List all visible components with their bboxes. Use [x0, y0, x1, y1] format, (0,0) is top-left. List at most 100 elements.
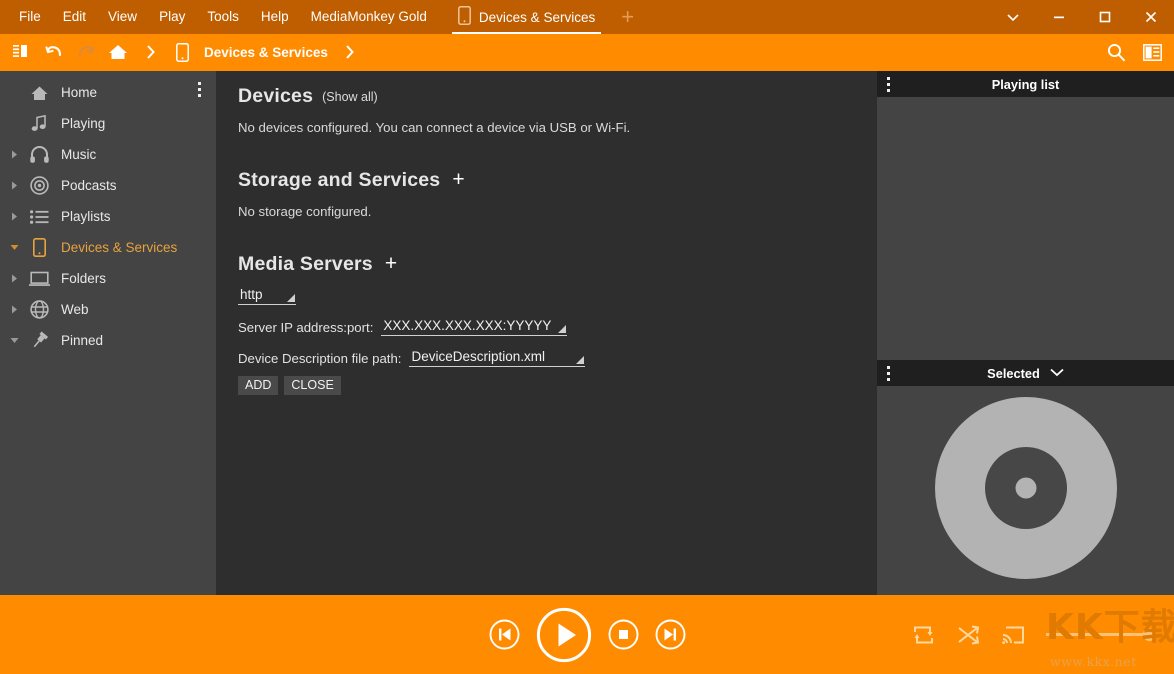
add-button[interactable]: ADD [238, 376, 278, 395]
next-track-icon[interactable] [655, 619, 686, 650]
selected-artwork-area[interactable] [877, 386, 1174, 595]
right-panel-column: Playing list Selected [877, 70, 1174, 595]
window-menu-dropdown-button[interactable] [990, 0, 1036, 34]
layout-panel-icon[interactable] [1136, 36, 1168, 68]
new-tab-button[interactable]: + [609, 0, 646, 34]
collapse-chevron-icon[interactable] [4, 325, 24, 356]
server-ip-row: Server IP address:port: XXX.XXX.XXX.XXX:… [238, 318, 877, 336]
expand-chevron-icon[interactable] [4, 294, 24, 325]
cast-icon[interactable] [1001, 624, 1026, 646]
workspace: Home Playing [0, 70, 1174, 595]
sidebar-item-label: Pinned [54, 333, 103, 348]
protocol-select[interactable]: http [238, 287, 296, 305]
device-description-value: DeviceDescription.xml [411, 349, 545, 364]
sidebar: Home Playing [0, 70, 216, 595]
globe-icon [24, 294, 54, 325]
sidebar-item-home[interactable]: Home [0, 77, 216, 108]
home-icon [24, 77, 54, 108]
server-ip-input[interactable]: XXX.XXX.XXX.XXX:YYYYY [381, 318, 567, 336]
volume-slider[interactable] [1046, 633, 1156, 636]
expand-spacer [4, 77, 24, 108]
folder-monitor-icon [24, 263, 54, 294]
expand-chevron-icon[interactable] [4, 201, 24, 232]
sidebar-item-podcasts[interactable]: Podcasts [0, 170, 216, 201]
disc-placeholder-icon [933, 395, 1119, 586]
menu-play[interactable]: Play [148, 0, 196, 34]
stop-icon[interactable] [608, 619, 639, 650]
shuffle-icon[interactable] [956, 623, 981, 647]
sidebar-item-label: Playlists [54, 209, 111, 224]
playing-list-more-options-icon[interactable] [887, 71, 890, 97]
sidebar-item-devices-and-services[interactable]: Devices & Services [0, 232, 216, 263]
menu-help[interactable]: Help [250, 0, 300, 34]
device-icon [458, 6, 471, 28]
home-icon[interactable] [102, 36, 134, 68]
chevron-down-icon[interactable] [1050, 364, 1064, 382]
selected-more-options-icon[interactable] [887, 360, 890, 386]
device-icon [24, 232, 54, 263]
devices-section-header: Devices (Show all) [238, 85, 877, 108]
expand-chevron-icon[interactable] [4, 139, 24, 170]
dropdown-triangle-icon [287, 294, 295, 302]
protocol-value: http [240, 287, 263, 302]
maximize-button[interactable] [1082, 0, 1128, 34]
sidebar-more-options-icon[interactable] [188, 77, 210, 101]
expand-chevron-icon[interactable] [4, 263, 24, 294]
breadcrumb-device-icon[interactable] [166, 36, 198, 68]
sidebar-item-label: Devices & Services [54, 240, 177, 255]
device-description-label: Device Description file path: [238, 350, 401, 367]
tab-devices-and-services[interactable]: Devices & Services [444, 0, 609, 34]
redo-icon[interactable] [70, 36, 102, 68]
menu-edit[interactable]: Edit [52, 0, 97, 34]
sidebar-item-music[interactable]: Music [0, 139, 216, 170]
sidebar-item-label: Music [54, 147, 96, 162]
podcast-icon [24, 170, 54, 201]
add-media-server-button[interactable]: + [382, 253, 400, 274]
list-icon [24, 201, 54, 232]
close-button[interactable] [1128, 0, 1174, 34]
menu-view[interactable]: View [97, 0, 148, 34]
headphones-icon [24, 139, 54, 170]
pin-icon [24, 325, 54, 356]
previous-track-icon[interactable] [489, 619, 520, 650]
media-server-form: http Server IP address:port: XXX.XXX.XXX… [238, 286, 877, 395]
volume-track [1046, 633, 1156, 636]
player-bar: KK下载 www.kkx.net [0, 595, 1174, 674]
dropdown-triangle-icon [558, 325, 566, 333]
menu-file[interactable]: File [8, 0, 52, 34]
storage-title: Storage and Services [238, 169, 440, 192]
breadcrumb[interactable]: Devices & Services [198, 45, 334, 60]
menu-mediamonkey-gold[interactable]: MediaMonkey Gold [300, 0, 438, 34]
sidebar-item-web[interactable]: Web [0, 294, 216, 325]
device-description-input[interactable]: DeviceDescription.xml [409, 349, 585, 367]
playing-list-body[interactable] [877, 97, 1174, 360]
panel-layout-icon[interactable] [6, 36, 38, 68]
sidebar-item-label: Folders [54, 271, 106, 286]
add-storage-button[interactable]: + [449, 169, 467, 190]
playing-list-title: Playing list [992, 77, 1060, 92]
menu-tools[interactable]: Tools [196, 0, 250, 34]
collapse-chevron-icon[interactable] [4, 232, 24, 263]
toolbar: Devices & Services [0, 34, 1174, 70]
expand-chevron-icon[interactable] [4, 170, 24, 201]
menu-bar: File Edit View Play Tools Help MediaMonk… [0, 0, 1174, 34]
sidebar-item-pinned[interactable]: Pinned [0, 325, 216, 356]
undo-icon[interactable] [38, 36, 70, 68]
minimize-button[interactable] [1036, 0, 1082, 34]
play-icon[interactable] [536, 607, 592, 663]
server-ip-value: XXX.XXX.XXX.XXX:YYYYY [383, 318, 551, 333]
volume-handle[interactable] [1143, 628, 1156, 641]
main-content: Devices (Show all) No devices configured… [216, 70, 877, 595]
sidebar-item-playlists[interactable]: Playlists [0, 201, 216, 232]
show-all-link[interactable]: (Show all) [322, 90, 378, 104]
sidebar-item-folders[interactable]: Folders [0, 263, 216, 294]
form-buttons: ADD CLOSE [238, 376, 877, 395]
search-icon[interactable] [1100, 36, 1132, 68]
close-button[interactable]: CLOSE [284, 376, 340, 395]
repeat-icon[interactable] [911, 623, 936, 647]
sidebar-item-playing[interactable]: Playing [0, 108, 216, 139]
sidebar-item-label: Playing [54, 116, 105, 131]
application-window: File Edit View Play Tools Help MediaMonk… [0, 0, 1174, 674]
storage-empty-text: No storage configured. [238, 204, 877, 219]
sidebar-item-label: Web [54, 302, 89, 317]
